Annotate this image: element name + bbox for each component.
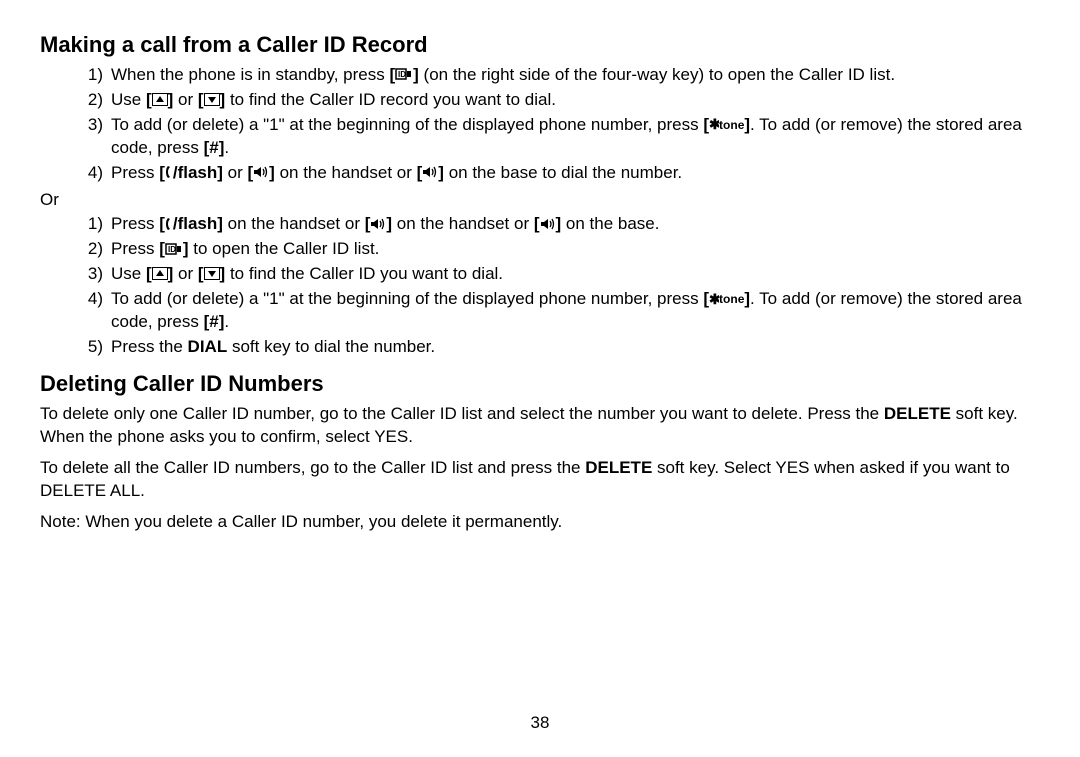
list-item: 5) Press the DIAL soft key to dial the n… (95, 336, 1040, 359)
or-separator: Or (40, 189, 1040, 212)
text: or (223, 163, 248, 182)
text: Use (111, 264, 146, 283)
paragraph-note: Note: When you delete a Caller ID number… (40, 511, 1040, 534)
list-item: 2) Press [ID] to open the Caller ID list… (95, 238, 1040, 261)
hash-key: [#] (204, 311, 225, 334)
tone-label: tone (719, 292, 744, 306)
cid-key: [ID] (159, 238, 188, 261)
speaker-icon (422, 161, 438, 184)
star-tone-key: [✱tone] (703, 288, 750, 311)
flash-key: [/flash] (159, 162, 223, 185)
list-item: 4) Press [/flash] or [] on the handset o… (95, 162, 1040, 185)
speaker-key: [] (534, 213, 561, 236)
list-item: 1) When the phone is in standby, press [… (95, 64, 1040, 87)
text: Press (111, 214, 159, 233)
list-item: 3) To add (or delete) a "1" at the begin… (95, 114, 1040, 160)
text: on the handset or (275, 163, 417, 182)
list-item: 4) To add (or delete) a "1" at the begin… (95, 288, 1040, 334)
star-icon: ✱ (709, 113, 719, 136)
text: on the base to dial the number. (444, 163, 682, 182)
text: on the handset or (223, 214, 365, 233)
caller-id-icon: ID (395, 63, 413, 86)
text: Press the (111, 337, 188, 356)
up-arrow-icon (152, 93, 168, 106)
page-number: 38 (0, 712, 1080, 735)
paragraph: To delete only one Caller ID number, go … (40, 403, 1040, 449)
text: When the phone is in standby, press (111, 65, 389, 84)
list-item: 3) Use [] or [] to find the Caller ID yo… (95, 263, 1040, 286)
star-tone-key: [✱tone] (703, 114, 750, 137)
heading-deleting: Deleting Caller ID Numbers (40, 369, 1040, 399)
text: To delete all the Caller ID numbers, go … (40, 458, 585, 477)
hash-key: [#] (204, 137, 225, 160)
cid-key: [ID] (389, 64, 418, 87)
text: or (173, 90, 198, 109)
caller-id-icon: ID (165, 237, 183, 260)
down-key: [] (198, 89, 225, 112)
tone-label: tone (719, 118, 744, 132)
text: to find the Caller ID record you want to… (225, 90, 556, 109)
steps-list-1: 1) When the phone is in standby, press [… (40, 64, 1040, 185)
speaker-icon (540, 213, 556, 236)
phone-icon (165, 161, 173, 184)
up-key: [] (146, 89, 173, 112)
speaker-key: [] (417, 162, 444, 185)
up-key: [] (146, 263, 173, 286)
text: soft key to dial the number. (227, 337, 435, 356)
list-item: 2) Use [] or [] to find the Caller ID re… (95, 89, 1040, 112)
paragraph: To delete all the Caller ID numbers, go … (40, 457, 1040, 503)
text: To delete only one Caller ID number, go … (40, 404, 884, 423)
text: to find the Caller ID you want to dial. (225, 264, 503, 283)
flash-key: [/flash] (159, 213, 223, 236)
speaker-icon (253, 161, 269, 184)
delete-softkey: DE­LETE (884, 404, 951, 423)
speaker-key: [] (365, 213, 392, 236)
svg-text:ID: ID (398, 70, 406, 79)
text: on the handset or (392, 214, 534, 233)
text: Press (111, 163, 159, 182)
svg-text:ID: ID (168, 245, 176, 254)
svg-text:✱: ✱ (709, 293, 719, 305)
speaker-key: [] (248, 162, 275, 185)
down-key: [] (198, 263, 225, 286)
heading-making-call: Making a call from a Caller ID Record (40, 30, 1040, 60)
delete-softkey: DELETE (585, 458, 652, 477)
up-arrow-icon (152, 267, 168, 280)
down-arrow-icon (204, 267, 220, 280)
text: Press (111, 239, 159, 258)
text: to open the Caller ID list. (189, 239, 380, 258)
list-item: 1) Press [/flash] on the handset or [] o… (95, 213, 1040, 236)
text: To add (or delete) a "1" at the beginnin… (111, 115, 703, 134)
speaker-icon (370, 213, 386, 236)
svg-text:✱: ✱ (709, 118, 719, 130)
text: or (173, 264, 198, 283)
star-icon: ✱ (709, 287, 719, 310)
text: . (224, 312, 229, 331)
text: on the base. (561, 214, 659, 233)
steps-list-2: 1) Press [/flash] on the handset or [] o… (40, 213, 1040, 359)
dial-softkey: DIAL (188, 337, 228, 356)
text: To add (or delete) a "1" at the beginnin… (111, 289, 703, 308)
text: (on the right side of the four-way key) … (419, 65, 895, 84)
text: . (224, 138, 229, 157)
text: Use (111, 90, 146, 109)
down-arrow-icon (204, 93, 220, 106)
phone-icon (165, 213, 173, 236)
